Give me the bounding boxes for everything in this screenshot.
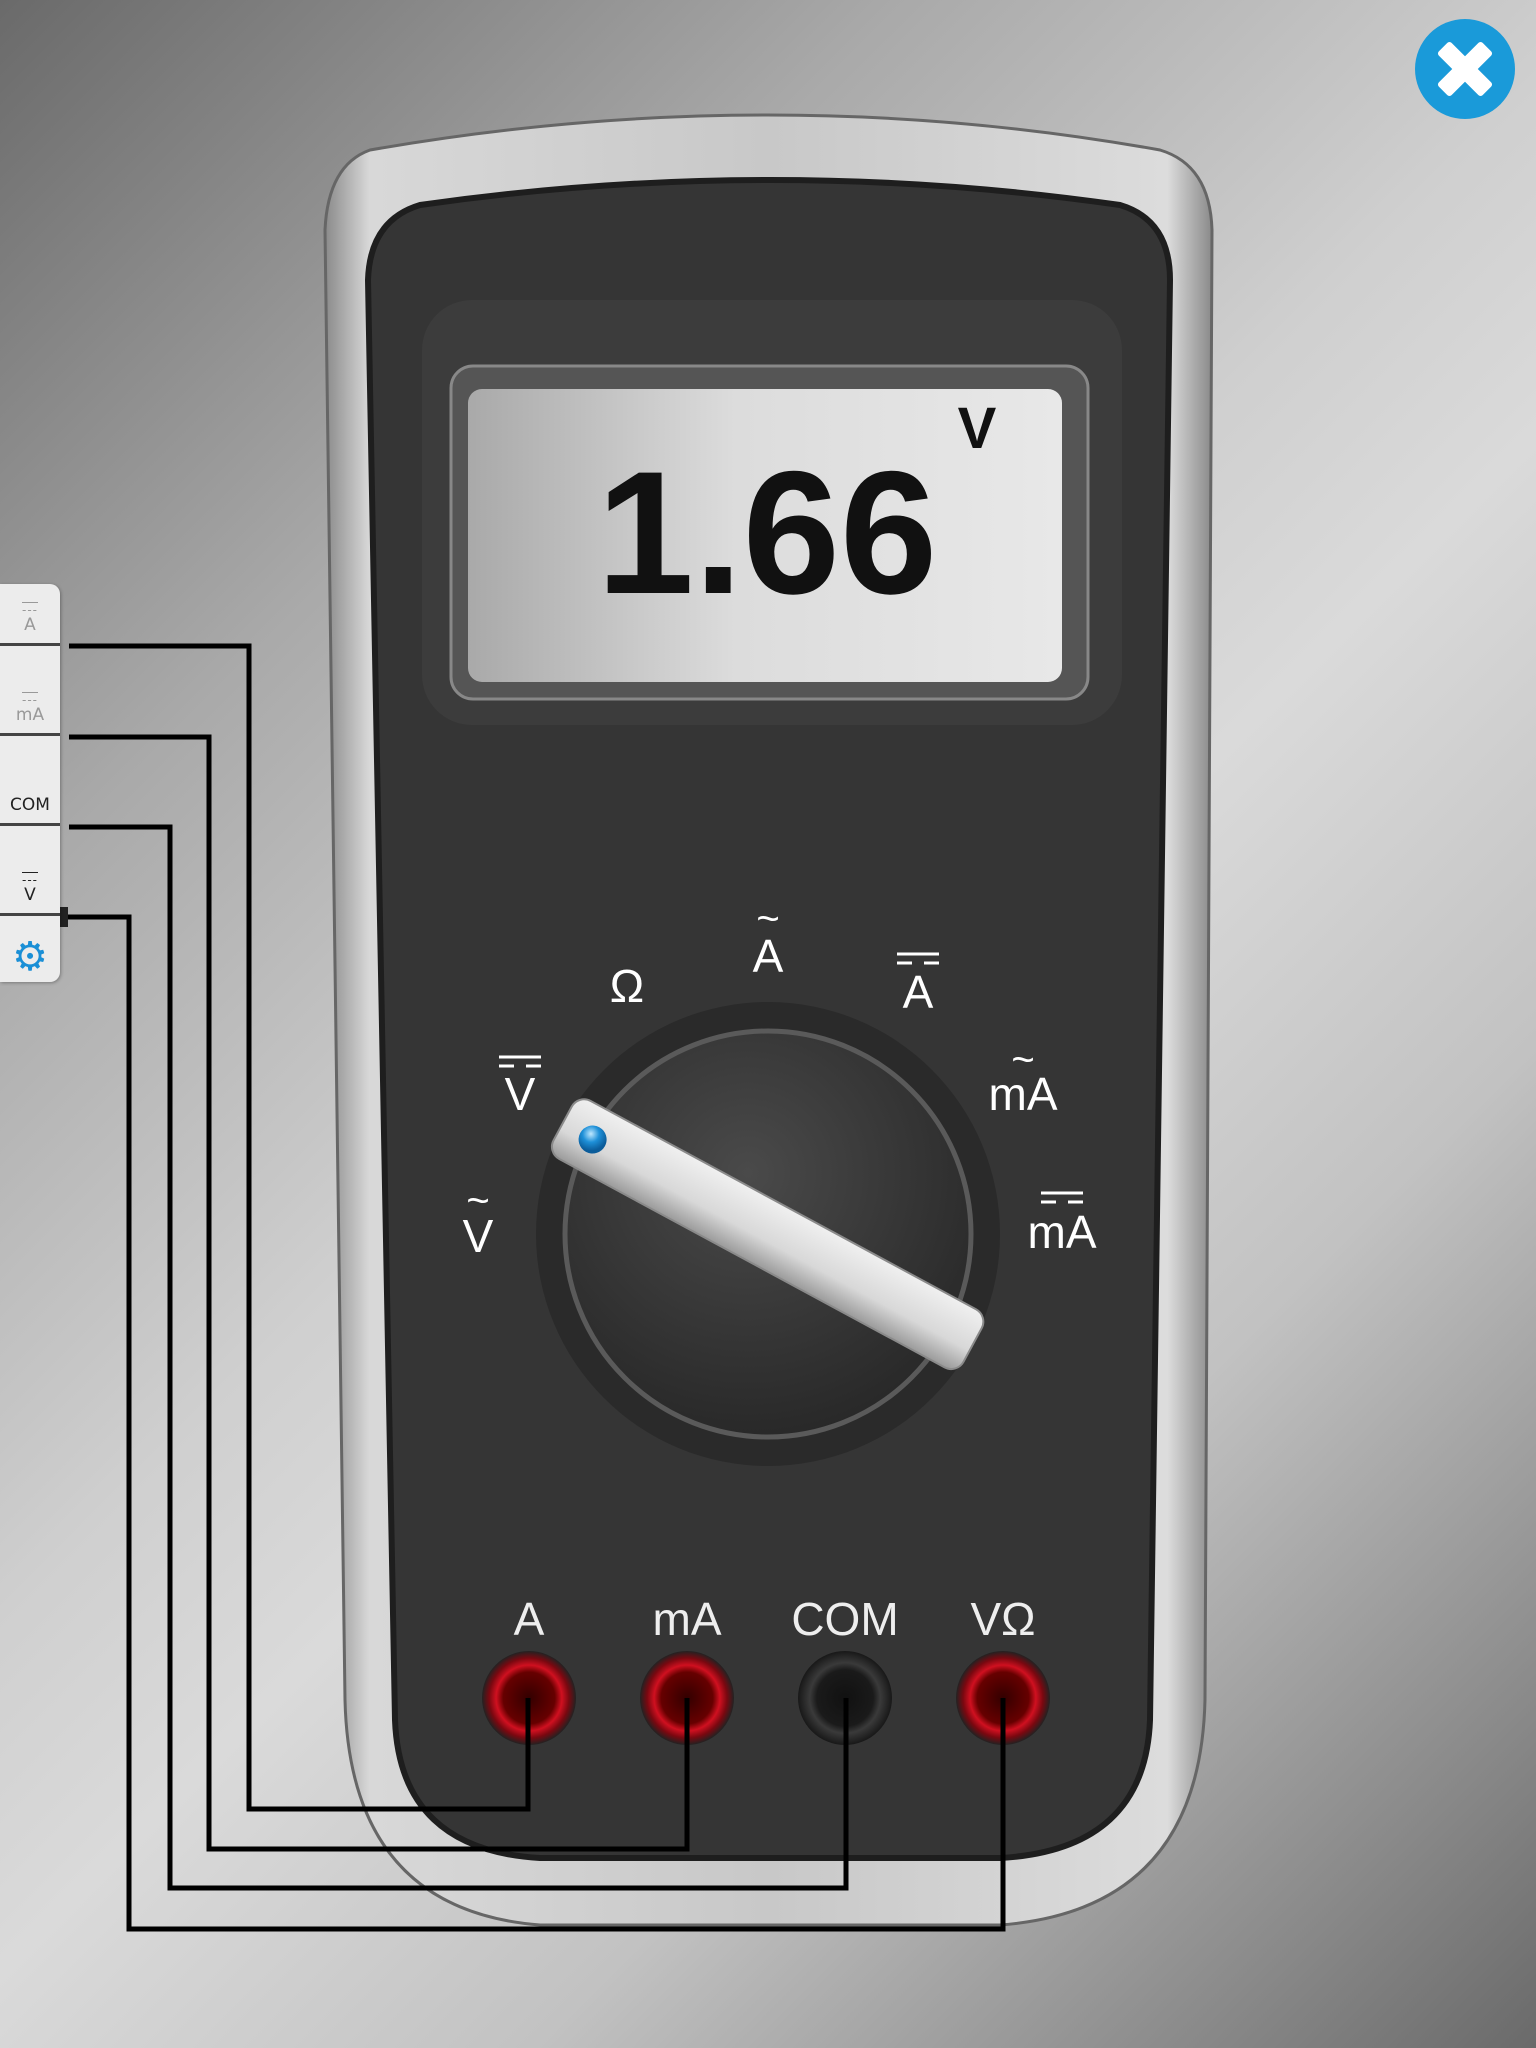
jack-label-ma: mA: [653, 1593, 722, 1645]
dc-symbol: ---: [22, 603, 38, 617]
display-unit: V: [958, 396, 997, 461]
tab-label: V: [24, 885, 36, 905]
tab-label: mA: [15, 705, 45, 725]
dial-label-dc-milliamp[interactable]: mA: [1028, 1206, 1097, 1258]
dial-label-ac-amp[interactable]: A: [753, 930, 784, 982]
jack-label-com: COM: [791, 1593, 898, 1645]
display-reading: 1.66: [597, 436, 938, 631]
tab-dc-milliamp[interactable]: --- mA: [0, 646, 60, 736]
multimeter: 1.66 V Ω ~ A A ~ mA mA V ~ V A mA COM VΩ: [60, 113, 1214, 1932]
jack-label-a: A: [514, 1593, 545, 1645]
tab-com[interactable]: COM: [0, 736, 60, 826]
dc-symbol: ---: [22, 693, 38, 707]
tab-dc-amp[interactable]: --- A: [0, 584, 60, 646]
dc-symbol: ---: [22, 873, 38, 887]
close-icon[interactable]: [1415, 19, 1515, 119]
jack-label-vohm: VΩ: [970, 1593, 1035, 1645]
tab-label: A: [24, 615, 36, 635]
wire-plug[interactable]: [60, 907, 68, 927]
probe-sidebar: --- A --- mA COM --- V ⚙: [0, 584, 60, 982]
dial-label-ac-volt[interactable]: V: [463, 1210, 494, 1262]
dial-label-dc-amp[interactable]: A: [903, 966, 934, 1018]
tab-dc-volt[interactable]: --- V: [0, 826, 60, 916]
gear-icon[interactable]: ⚙: [0, 916, 60, 982]
dial-label-ac-milliamp[interactable]: mA: [989, 1068, 1058, 1120]
dial-label-dc-volt[interactable]: V: [505, 1068, 536, 1120]
dial-label-ohm[interactable]: Ω: [610, 960, 644, 1012]
tab-label: COM: [10, 795, 50, 815]
